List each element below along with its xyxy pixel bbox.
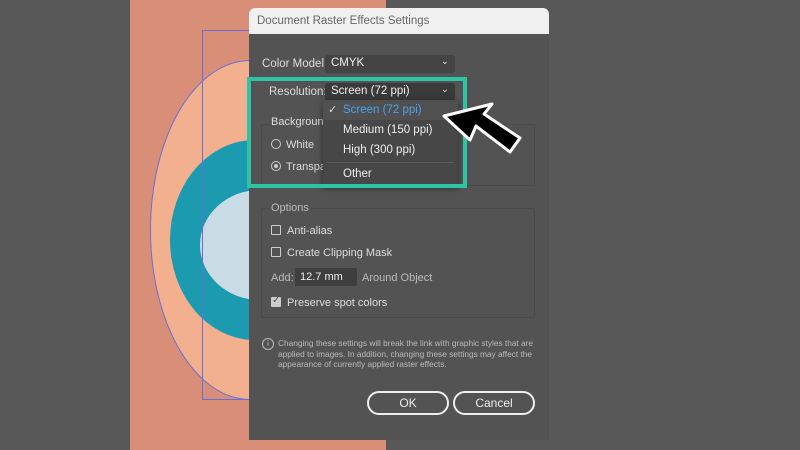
info-icon: i [262, 338, 274, 350]
color-model-select[interactable]: CMYK ⌄ [325, 55, 455, 73]
checkbox-icon [271, 247, 281, 257]
clipping-mask-checkbox[interactable]: Create Clipping Mask [271, 247, 392, 259]
options-label: Options [269, 202, 311, 214]
preserve-spot-checkbox[interactable]: Preserve spot colors [271, 295, 388, 309]
checkbox-icon [271, 225, 281, 235]
color-model-value: CMYK [331, 57, 365, 69]
chevron-down-icon: ⌄ [440, 56, 449, 67]
add-input[interactable]: 12.7 mm [295, 268, 357, 286]
add-label: Add: [271, 272, 294, 284]
checkbox-label: Preserve spot colors [287, 297, 388, 309]
checkbox-label: Anti-alias [287, 225, 333, 237]
info-text: Changing these settings will break the l… [278, 338, 534, 369]
raster-effects-dialog: Document Raster Effects Settings Color M… [249, 8, 549, 440]
cancel-button[interactable]: Cancel [453, 391, 535, 415]
checkbox-icon [271, 295, 281, 307]
color-model-label: Color Model: [262, 58, 328, 70]
around-object-label: Around Object [362, 272, 433, 284]
pointer-arrow-icon [442, 102, 522, 154]
dialog-title: Document Raster Effects Settings [249, 8, 549, 34]
checkbox-label: Create Clipping Mask [287, 247, 393, 259]
highlight-box [247, 77, 467, 188]
anti-alias-checkbox[interactable]: Anti-alias [271, 225, 332, 237]
ok-button[interactable]: OK [367, 391, 449, 415]
